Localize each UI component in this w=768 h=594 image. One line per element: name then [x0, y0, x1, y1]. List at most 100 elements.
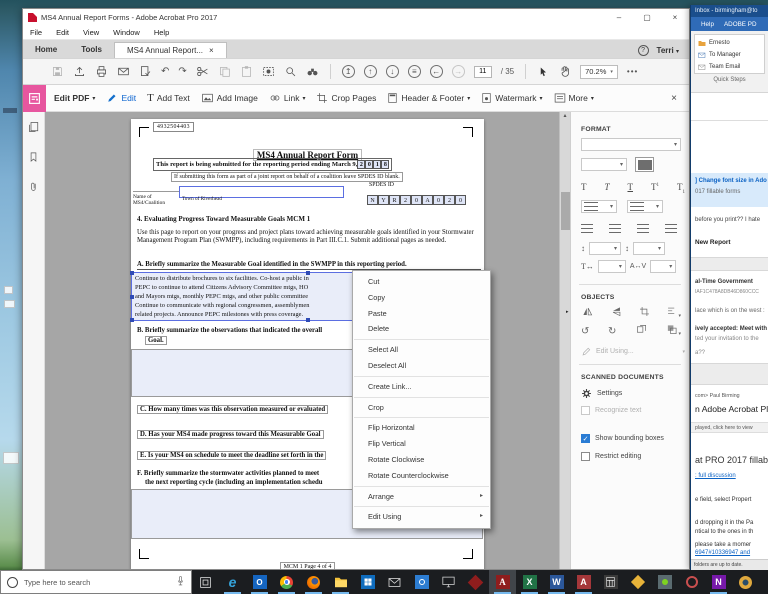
scrollbar-thumb[interactable] — [561, 192, 570, 230]
selection-handle[interactable] — [306, 318, 310, 322]
save-icon[interactable] — [51, 65, 64, 78]
search-icon[interactable] — [284, 65, 297, 78]
mail-icon[interactable] — [381, 570, 408, 594]
crop-object-icon[interactable] — [639, 306, 650, 319]
page-view-icon[interactable]: ≡ — [407, 65, 421, 78]
3d-builder-icon[interactable] — [624, 570, 651, 594]
close-button[interactable]: × — [661, 9, 689, 26]
menu-window[interactable]: Window — [106, 28, 147, 37]
edit-pdf-label[interactable]: Edit PDF ▾ — [54, 93, 95, 103]
desktop-icon[interactable] — [4, 300, 15, 308]
show-bounding-row[interactable]: ✓ Show bounding boxes — [581, 434, 664, 443]
outlook-tab-help[interactable]: Help — [701, 21, 714, 28]
spdes-box[interactable]: N — [367, 195, 378, 205]
add-image-button[interactable]: Add Image — [201, 92, 258, 104]
line-spacing-select[interactable]: ▾ — [589, 242, 621, 255]
redo-icon[interactable]: ↷ — [178, 66, 186, 77]
email-subject[interactable]: New Report — [695, 239, 731, 246]
align-center-icon[interactable] — [609, 224, 621, 233]
selection-handle[interactable] — [130, 295, 134, 299]
spdes-box[interactable]: A — [422, 195, 433, 205]
onenote-icon[interactable]: N — [705, 570, 732, 594]
context-menu-item-flip-horizontal[interactable]: Flip Horizontal — [353, 420, 490, 436]
selection-handle[interactable] — [130, 318, 134, 322]
email-preview[interactable]: lace which is on the west : — [695, 308, 765, 314]
email-subject[interactable]: ively accepted: Meet with — [695, 326, 767, 332]
quick-step-item[interactable]: To Manager — [698, 49, 761, 61]
panel-collapse-icon[interactable]: ▸ — [566, 309, 569, 315]
system-monitor-icon[interactable] — [651, 570, 678, 594]
email-preview[interactable]: a?? — [695, 350, 705, 356]
menu-view[interactable]: View — [76, 28, 106, 37]
share-file-icon[interactable] — [73, 65, 86, 78]
context-menu-item-paste[interactable]: Paste — [353, 306, 490, 322]
font-family-select[interactable]: ▾ — [581, 138, 681, 151]
edge-icon[interactable]: e — [219, 570, 246, 594]
recognize-text-row[interactable]: Recognize text — [581, 406, 641, 415]
spdes-box[interactable]: 0 — [455, 195, 466, 205]
red-app-icon[interactable] — [462, 570, 489, 594]
context-menu-item-arrange[interactable]: Arrange ▸ — [353, 489, 490, 505]
help-icon[interactable]: ? — [637, 44, 649, 56]
paragraph-spacing-select[interactable]: ▾ — [633, 242, 665, 255]
edit-using-row[interactable]: Edit Using... ▾ — [581, 346, 685, 357]
taskbar-search[interactable]: Type here to search — [0, 570, 192, 594]
zoom-combo[interactable]: 70.2% ▾ — [580, 64, 618, 79]
font-color-swatch[interactable] — [635, 157, 654, 172]
italic-icon[interactable]: T — [604, 182, 609, 195]
year-box[interactable]: 2 — [357, 160, 366, 169]
outlook-window[interactable]: Inbox - birmingham@to Help ADOBE PD Erne… — [690, 5, 768, 570]
year-box[interactable]: 8 — [381, 160, 390, 169]
context-menu-item-create-link[interactable]: Create Link... — [353, 379, 490, 395]
binoculars-icon[interactable] — [306, 65, 319, 78]
font-size-select[interactable]: ▾ — [581, 158, 627, 171]
outlook-titlebar[interactable]: Inbox - birmingham@to — [691, 5, 768, 17]
display-settings-icon[interactable] — [435, 570, 462, 594]
undo-icon[interactable]: ↶ — [161, 66, 169, 77]
page-thumbnails-icon[interactable] — [28, 120, 40, 138]
select-tool-icon[interactable] — [537, 66, 549, 78]
show-bounding-checkbox[interactable]: ✓ — [581, 434, 590, 443]
print-icon[interactable] — [95, 65, 108, 78]
previous-view-icon[interactable]: ← — [429, 65, 443, 78]
link[interactable]: 6947#10336947 and — [695, 550, 750, 556]
flip-horizontal-icon[interactable] — [581, 306, 594, 319]
arrange-objects-icon[interactable]: ▾ — [666, 324, 681, 338]
scroll-up-icon[interactable]: ▴ — [563, 113, 566, 119]
context-menu-item-rotate-counterclockwise[interactable]: Rotate Counterclockwise — [353, 468, 490, 484]
context-menu-item-deselect-all[interactable]: Deselect All — [353, 358, 490, 374]
copy-icon[interactable] — [218, 65, 231, 78]
minimize-button[interactable]: – — [605, 9, 633, 26]
word-icon[interactable]: W — [543, 570, 570, 594]
context-menu-item-copy[interactable]: Copy — [353, 290, 490, 306]
quick-steps-label[interactable]: Quick Steps — [691, 77, 768, 83]
spdes-box[interactable]: 2 — [400, 195, 411, 205]
excel-icon[interactable]: X — [516, 570, 543, 594]
context-menu-item-flip-vertical[interactable]: Flip Vertical — [353, 436, 490, 452]
selection-handle[interactable] — [306, 271, 310, 275]
acrobat-titlebar[interactable]: MS4 Annual Report Forms - Adobe Acrobat … — [23, 9, 689, 26]
replace-image-icon[interactable] — [635, 324, 648, 338]
char-spacing-select[interactable]: ▾ — [650, 260, 677, 273]
subscript-icon[interactable]: T1 — [677, 182, 685, 195]
microphone-icon[interactable] — [176, 575, 185, 589]
previous-page-icon[interactable]: ↑ — [363, 65, 377, 78]
email-preview[interactable]: before you print?? I hate — [695, 217, 760, 223]
tab-document[interactable]: MS4 Annual Report... × — [113, 42, 227, 58]
bold-icon[interactable]: T — [581, 182, 587, 195]
email-preview[interactable]: ted your invitation to the — [695, 336, 759, 342]
bookmarks-icon[interactable] — [28, 150, 39, 168]
rotate-ccw-icon[interactable]: ↺ — [581, 326, 589, 337]
edit-pdf-panel-icon[interactable] — [23, 84, 46, 112]
outlook-tab-adobe[interactable]: ADOBE PD — [724, 21, 757, 28]
desktop-icon[interactable] — [4, 286, 13, 294]
vertical-scrollbar[interactable]: ▴ — [559, 112, 570, 569]
edit-button[interactable]: Edit — [106, 92, 136, 104]
recognize-text-checkbox[interactable] — [581, 406, 590, 415]
attachments-icon[interactable] — [28, 180, 39, 198]
outlook-icon[interactable]: O — [246, 570, 273, 594]
paste-icon[interactable] — [240, 65, 253, 78]
horizontal-scale-select[interactable]: ▾ — [597, 260, 626, 273]
quick-step-item[interactable]: Team Email — [698, 61, 761, 73]
file-explorer-icon[interactable] — [327, 570, 354, 594]
